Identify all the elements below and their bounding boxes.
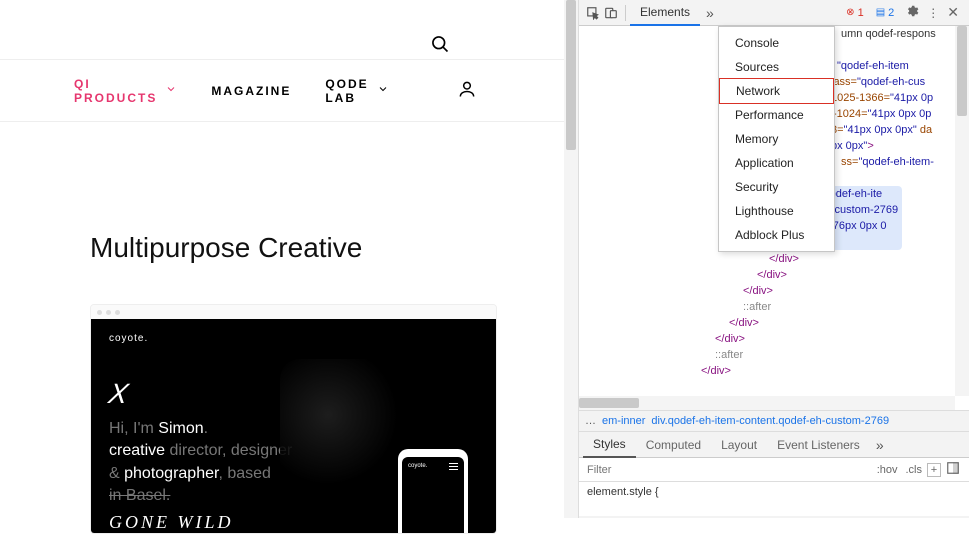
cls-toggle[interactable]: .cls xyxy=(903,464,926,476)
code-scrollbar-vertical[interactable] xyxy=(955,26,969,396)
menu-application[interactable]: Application xyxy=(719,151,834,175)
menu-lighthouse[interactable]: Lighthouse xyxy=(719,199,834,223)
breadcrumb-item[interactable]: em-inner xyxy=(602,415,645,427)
menu-console[interactable]: Console xyxy=(719,31,834,55)
chevron-down-icon xyxy=(377,83,389,98)
nav-qi-products[interactable]: QI PRODUCTS xyxy=(74,77,177,105)
menu-performance[interactable]: Performance xyxy=(719,103,834,127)
styles-filter-input[interactable] xyxy=(579,464,874,476)
more-styles-tabs-icon[interactable]: » xyxy=(870,437,890,453)
devtools-pane: Elements » ⊗1 ▤2 ⋮ ✕ Console Sources Net… xyxy=(578,0,969,518)
breadcrumb-item-selected[interactable]: div.qodef-eh-item-content.qodef-eh-custo… xyxy=(651,415,889,427)
message-count-badge[interactable]: ▤2 xyxy=(871,6,900,20)
menu-sources[interactable]: Sources xyxy=(719,55,834,79)
demo-card[interactable]: coyote. X Hi, I'm Simon. creative direct… xyxy=(90,304,497,534)
tabs-overflow-menu: Console Sources Network Performance Memo… xyxy=(718,26,835,252)
menu-security[interactable]: Security xyxy=(719,175,834,199)
tab-elements[interactable]: Elements xyxy=(630,0,700,26)
error-icon: ⊗ xyxy=(846,7,854,18)
scrollbar-thumb[interactable] xyxy=(566,0,576,150)
scrollbar-thumb[interactable] xyxy=(957,26,967,116)
hero-figure xyxy=(280,359,400,519)
code-scrollbar-horizontal[interactable] xyxy=(579,396,955,410)
menu-memory[interactable]: Memory xyxy=(719,127,834,151)
nav-magazine[interactable]: MAGAZINE xyxy=(211,84,291,98)
main-nav: QI PRODUCTS MAGAZINE QODE LAB xyxy=(0,60,578,122)
styles-tabs: Styles Computed Layout Event Listeners » xyxy=(579,432,969,458)
card-brand: coyote. xyxy=(109,333,478,344)
hero-x-mark: X xyxy=(106,378,130,410)
webpage-pane: QI PRODUCTS MAGAZINE QODE LAB Multipurpo… xyxy=(0,0,578,518)
menu-adblock-plus[interactable]: Adblock Plus xyxy=(719,223,834,247)
menu-network[interactable]: Network xyxy=(719,78,834,104)
nav-label: QI PRODUCTS xyxy=(74,77,157,105)
styles-body[interactable]: element.style { xyxy=(579,482,969,516)
tab-event-listeners[interactable]: Event Listeners xyxy=(767,432,870,458)
breadcrumb-ellipsis[interactable]: … xyxy=(585,415,596,427)
kebab-menu-icon[interactable]: ⋮ xyxy=(923,6,943,20)
elements-breadcrumb: … em-inner div.qodef-eh-item-content.qod… xyxy=(579,410,969,432)
error-count-badge[interactable]: ⊗1 xyxy=(841,6,869,20)
nav-qode-lab[interactable]: QODE LAB xyxy=(325,77,388,105)
phone-brand: coyote. xyxy=(408,463,427,469)
page-scrollbar[interactable] xyxy=(564,0,578,518)
new-style-rule-icon[interactable]: + xyxy=(927,463,941,477)
tab-styles[interactable]: Styles xyxy=(583,432,636,458)
gear-icon[interactable] xyxy=(901,4,923,21)
demo-card-body: coyote. X Hi, I'm Simon. creative direct… xyxy=(91,319,496,534)
more-tabs-chevron-icon[interactable]: » xyxy=(700,5,720,21)
hov-toggle[interactable]: :hov xyxy=(874,464,901,476)
hamburger-icon xyxy=(449,463,458,470)
top-strip xyxy=(0,0,578,60)
page-heading: Multipurpose Creative xyxy=(90,232,578,264)
inspect-icon[interactable] xyxy=(585,5,601,21)
devtools-toolbar: Elements » ⊗1 ▤2 ⋮ ✕ xyxy=(579,0,969,26)
phone-mockup: coyote. xyxy=(398,449,468,534)
computed-toggle-icon[interactable] xyxy=(943,461,963,478)
chevron-down-icon xyxy=(165,83,177,98)
user-icon[interactable] xyxy=(457,79,477,102)
device-toggle-icon[interactable] xyxy=(603,5,619,21)
page-content: Multipurpose Creative coyote. X Hi, I'm … xyxy=(0,122,578,534)
tab-layout[interactable]: Layout xyxy=(711,432,767,458)
message-icon: ▤ xyxy=(876,7,885,18)
nav-label: QODE LAB xyxy=(325,77,368,105)
browser-chrome-dots xyxy=(91,305,496,319)
nav-label: MAGAZINE xyxy=(211,84,291,98)
styles-filter-row: :hov .cls + xyxy=(579,458,969,482)
scrollbar-thumb[interactable] xyxy=(579,398,639,408)
close-icon[interactable]: ✕ xyxy=(943,4,963,21)
tab-computed[interactable]: Computed xyxy=(636,432,711,458)
search-icon[interactable] xyxy=(430,34,450,59)
